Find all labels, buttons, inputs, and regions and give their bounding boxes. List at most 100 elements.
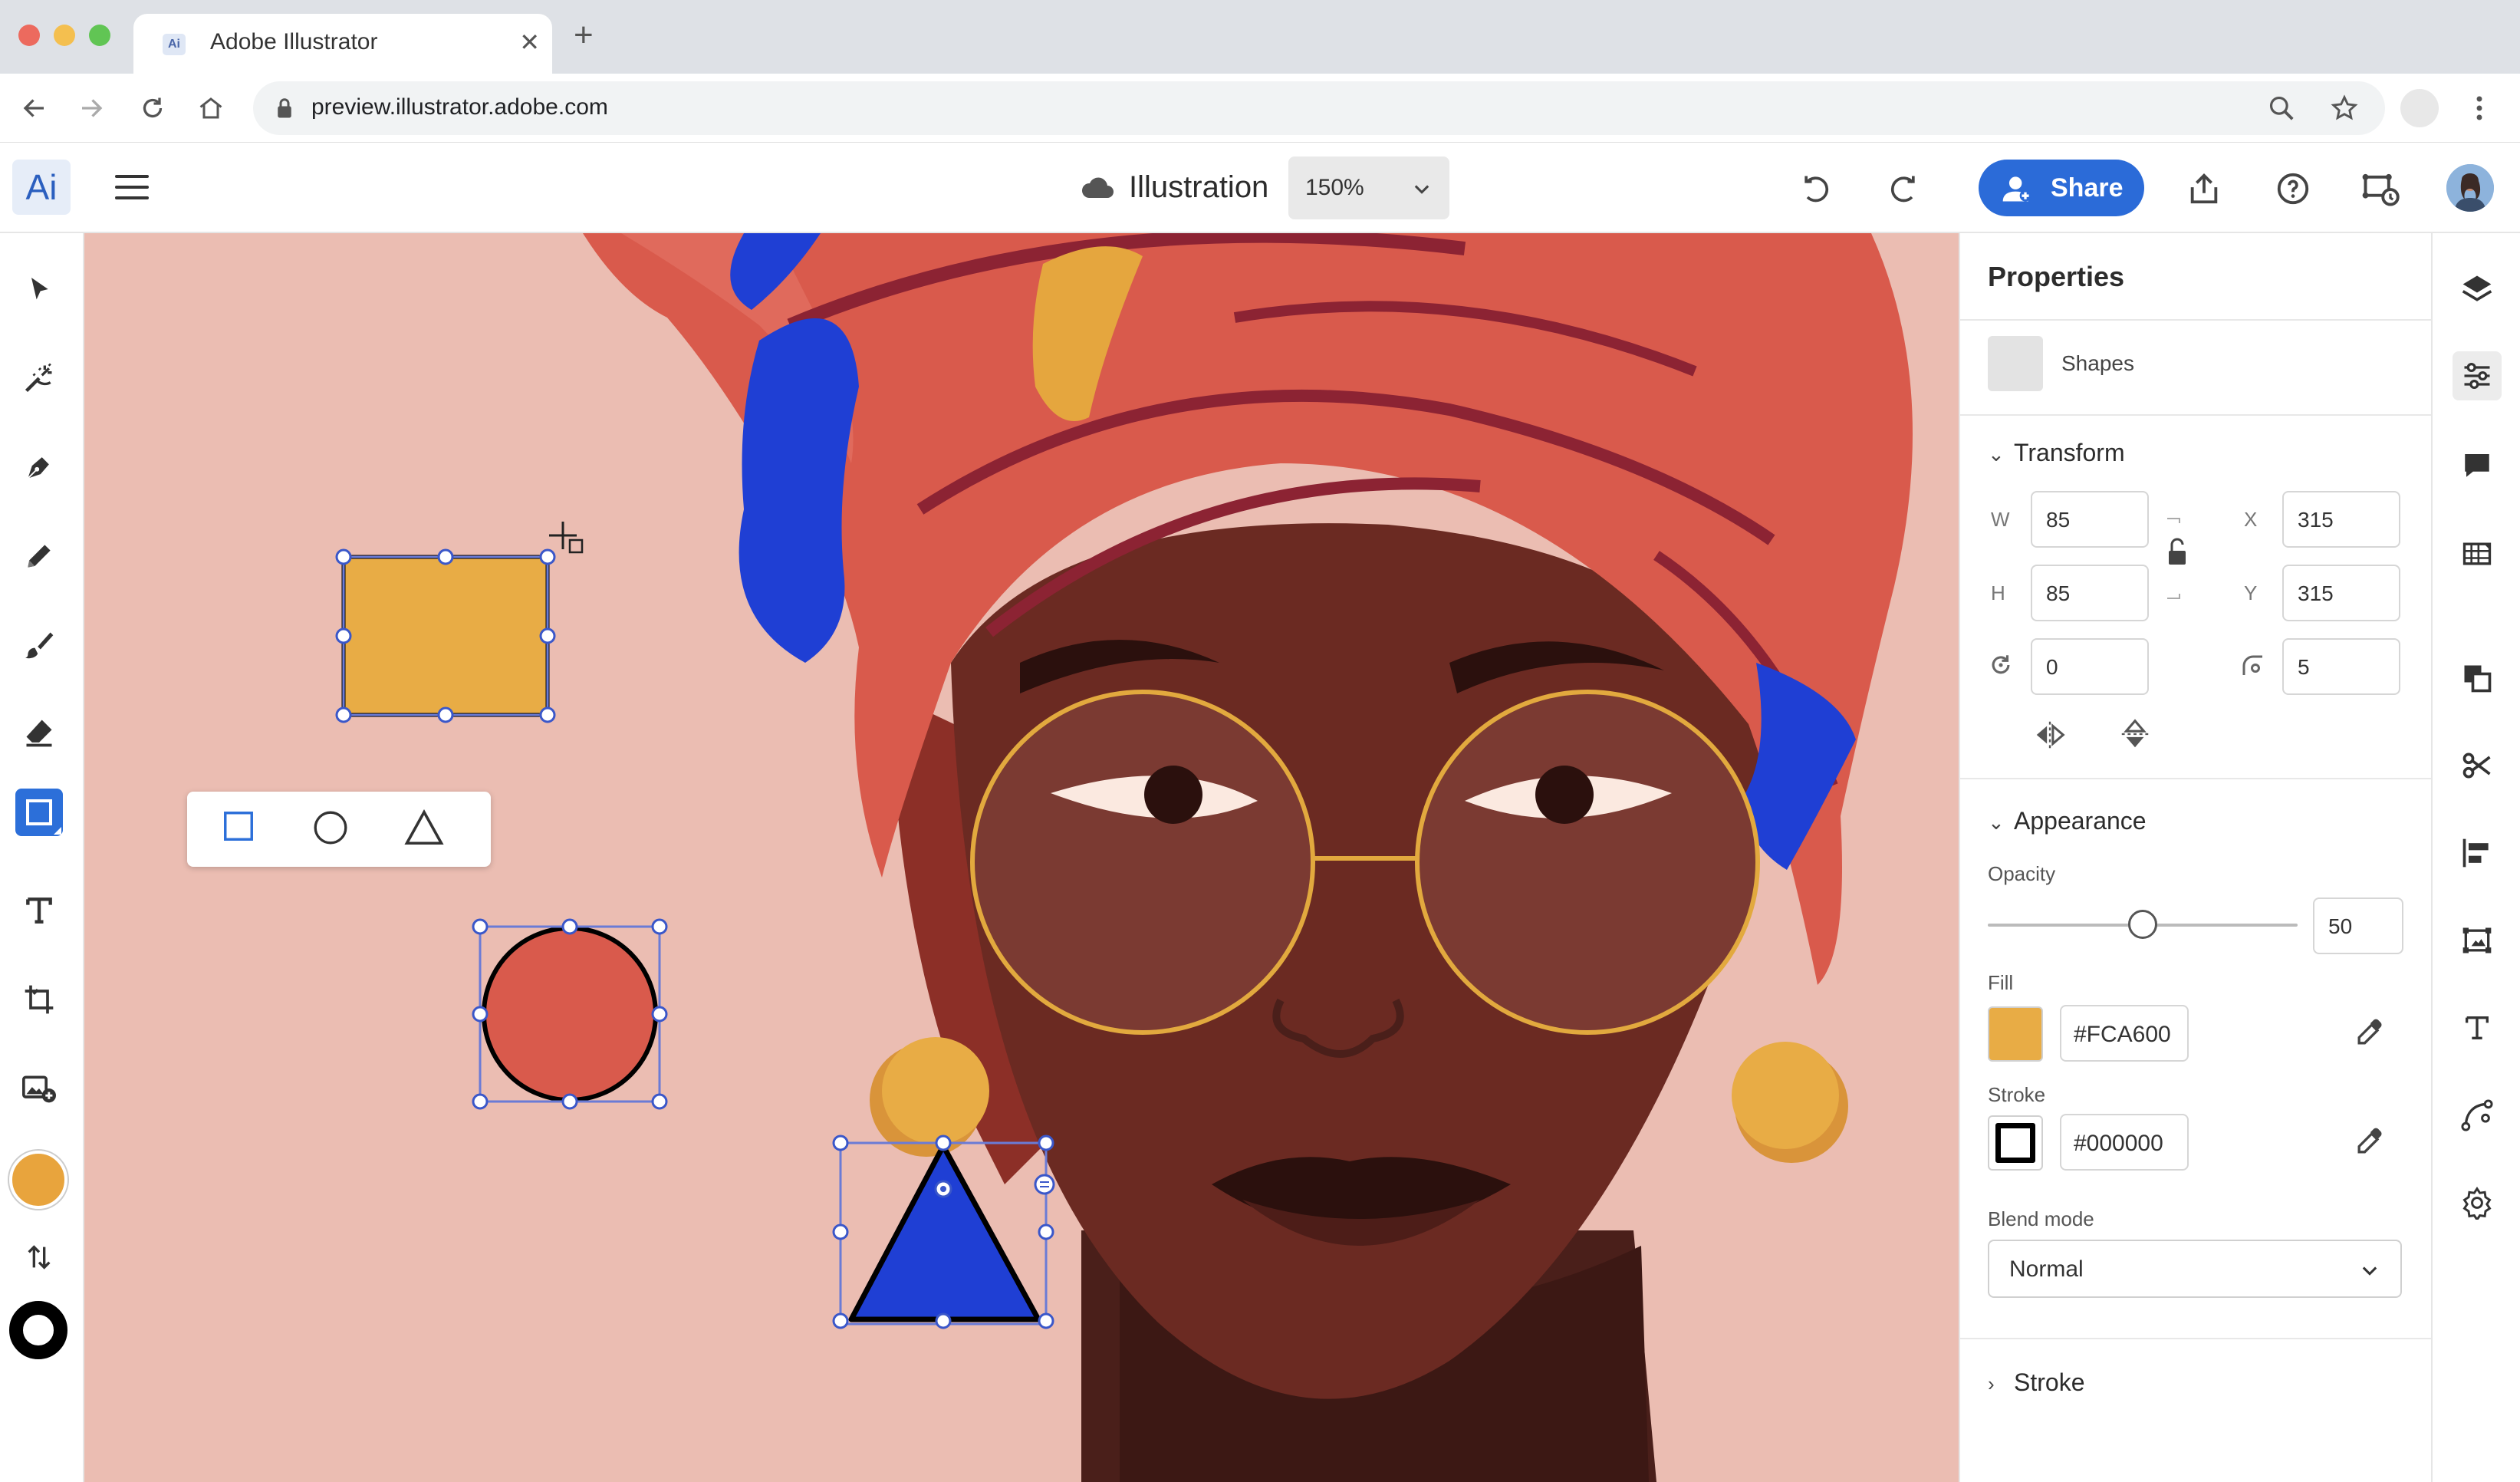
chevron-right-icon: › bbox=[1988, 1372, 1995, 1395]
version-history-icon[interactable] bbox=[2359, 167, 2402, 210]
swap-colors-icon[interactable] bbox=[15, 1233, 63, 1281]
fill-hex-field[interactable]: #FCA600 bbox=[2060, 1005, 2189, 1062]
new-tab-icon[interactable]: + bbox=[574, 18, 594, 52]
divider bbox=[1960, 1338, 2433, 1339]
height-label: H bbox=[1991, 581, 2005, 604]
stroke-color-chip[interactable] bbox=[1988, 1115, 2043, 1171]
ellipse-shape-icon[interactable] bbox=[311, 809, 354, 851]
height-field[interactable]: 85 bbox=[2031, 565, 2149, 621]
reload-icon[interactable] bbox=[135, 91, 170, 126]
flip-horizontal-icon[interactable] bbox=[2032, 720, 2068, 750]
pen-tool-icon[interactable] bbox=[15, 443, 63, 491]
arrange-objects-icon[interactable] bbox=[2453, 654, 2502, 703]
appearance-section-header[interactable]: ⌄ Appearance bbox=[1988, 807, 2147, 835]
illustrator-favicon-icon: Ai bbox=[163, 34, 186, 55]
transform-bounding-icon[interactable] bbox=[2453, 916, 2502, 965]
crop-tool-icon[interactable] bbox=[15, 976, 63, 1023]
chevron-down-icon: ⌄ bbox=[1988, 811, 2005, 834]
comments-icon[interactable] bbox=[2453, 440, 2502, 489]
zoom-value: 150% bbox=[1305, 175, 1364, 200]
path-anchor-icon[interactable] bbox=[2453, 1091, 2502, 1140]
stroke-hex-field[interactable]: #000000 bbox=[2060, 1114, 2189, 1171]
selection-tool-icon[interactable] bbox=[15, 265, 63, 313]
redo-icon[interactable] bbox=[1882, 167, 1925, 210]
stroke-eyedropper-icon[interactable] bbox=[2350, 1123, 2388, 1161]
document-title[interactable]: Illustration bbox=[1129, 170, 1268, 205]
opacity-slider-handle[interactable] bbox=[2128, 910, 2157, 939]
artboard-canvas[interactable] bbox=[84, 233, 1959, 1482]
layers-icon[interactable] bbox=[2453, 264, 2502, 313]
maximize-window-button[interactable] bbox=[89, 25, 110, 46]
place-image-tool-icon[interactable] bbox=[15, 1065, 63, 1112]
shape-tool-icon[interactable] bbox=[15, 789, 63, 836]
selection-thumbnail bbox=[1988, 336, 2043, 391]
align-left-icon[interactable] bbox=[2453, 828, 2502, 878]
browser-tab-bar: Ai Adobe Illustrator ✕ + bbox=[0, 0, 2520, 74]
rectangle-shape-icon[interactable] bbox=[221, 809, 264, 851]
address-bar-row: preview.illustrator.adobe.com bbox=[0, 74, 2520, 143]
divider bbox=[1960, 414, 2433, 416]
minimize-window-button[interactable] bbox=[54, 25, 75, 46]
constrain-proportions-lock-icon[interactable] bbox=[2163, 512, 2190, 604]
swatches-grid-icon[interactable] bbox=[2453, 529, 2502, 578]
width-field[interactable]: 85 bbox=[2031, 491, 2149, 548]
triangle-shape-icon[interactable] bbox=[403, 809, 446, 851]
browser-tab[interactable]: Ai Adobe Illustrator ✕ bbox=[133, 14, 552, 74]
fill-color-chip[interactable] bbox=[1988, 1006, 2043, 1062]
transform-section-header[interactable]: ⌄ Transform bbox=[1988, 439, 2125, 467]
chevron-down-icon bbox=[1414, 185, 1429, 194]
plugins-gear-icon[interactable] bbox=[2453, 1178, 2502, 1227]
y-label: Y bbox=[2244, 581, 2258, 604]
browser-profile-icon[interactable] bbox=[2400, 89, 2439, 127]
browser-menu-icon[interactable] bbox=[2462, 91, 2497, 126]
export-icon[interactable] bbox=[2183, 167, 2226, 210]
left-toolbar bbox=[0, 233, 84, 1482]
opacity-field[interactable]: 50 bbox=[2313, 897, 2403, 954]
corner-radius-icon bbox=[2242, 655, 2262, 675]
url-field[interactable]: preview.illustrator.adobe.com bbox=[253, 81, 2385, 135]
close-window-button[interactable] bbox=[18, 25, 40, 46]
opacity-label: Opacity bbox=[1988, 862, 2056, 885]
stroke-section-header[interactable]: › Stroke bbox=[1988, 1368, 2084, 1397]
zoom-dropdown[interactable]: 150% bbox=[1288, 156, 1449, 219]
main-menu-icon[interactable] bbox=[115, 175, 149, 201]
corner-radius-field[interactable]: 5 bbox=[2282, 638, 2400, 695]
bookmark-star-icon[interactable] bbox=[2327, 91, 2362, 126]
user-avatar[interactable] bbox=[2446, 164, 2494, 212]
x-label: X bbox=[2244, 508, 2258, 531]
x-position-field[interactable]: 315 bbox=[2282, 491, 2400, 548]
appearance-title: Appearance bbox=[2014, 807, 2147, 835]
type-tool-icon[interactable] bbox=[15, 887, 63, 934]
transform-title: Transform bbox=[2014, 439, 2125, 466]
blend-mode-label: Blend mode bbox=[1988, 1207, 2094, 1230]
flip-vertical-icon[interactable] bbox=[2120, 716, 2150, 752]
cloud-icon bbox=[1081, 177, 1114, 198]
url-text: preview.illustrator.adobe.com bbox=[311, 94, 608, 120]
y-position-field[interactable]: 315 bbox=[2282, 565, 2400, 621]
stroke-color-swatch[interactable] bbox=[9, 1301, 67, 1359]
undo-icon[interactable] bbox=[1795, 167, 1837, 210]
rotation-field[interactable]: 0 bbox=[2031, 638, 2149, 695]
eraser-tool-icon[interactable] bbox=[15, 709, 63, 756]
search-zoom-icon[interactable] bbox=[2264, 91, 2299, 126]
shape-tool-flyout bbox=[187, 792, 491, 867]
character-type-icon[interactable] bbox=[2453, 1003, 2502, 1052]
lock-icon bbox=[278, 98, 291, 118]
fill-eyedropper-icon[interactable] bbox=[2350, 1014, 2388, 1052]
paint-brush-tool-icon[interactable] bbox=[15, 621, 63, 669]
close-tab-icon[interactable]: ✕ bbox=[519, 28, 540, 57]
share-button[interactable]: Share bbox=[1979, 160, 2144, 216]
pencil-tool-icon[interactable] bbox=[15, 532, 63, 580]
scissors-icon[interactable] bbox=[2453, 741, 2502, 790]
back-arrow-icon[interactable] bbox=[17, 91, 52, 126]
forward-arrow-icon[interactable] bbox=[74, 91, 109, 126]
magic-wand-tool-icon[interactable] bbox=[15, 354, 63, 402]
fill-color-swatch[interactable] bbox=[9, 1151, 67, 1209]
properties-sliders-icon[interactable] bbox=[2453, 351, 2502, 400]
home-icon[interactable] bbox=[193, 91, 229, 126]
blend-mode-dropdown[interactable]: Normal bbox=[1988, 1240, 2402, 1298]
width-label: W bbox=[1991, 508, 2010, 531]
illustrator-logo[interactable]: Ai bbox=[12, 160, 71, 215]
app-header: Ai Illustration 150% Share bbox=[0, 143, 2520, 233]
help-icon[interactable] bbox=[2272, 167, 2314, 210]
